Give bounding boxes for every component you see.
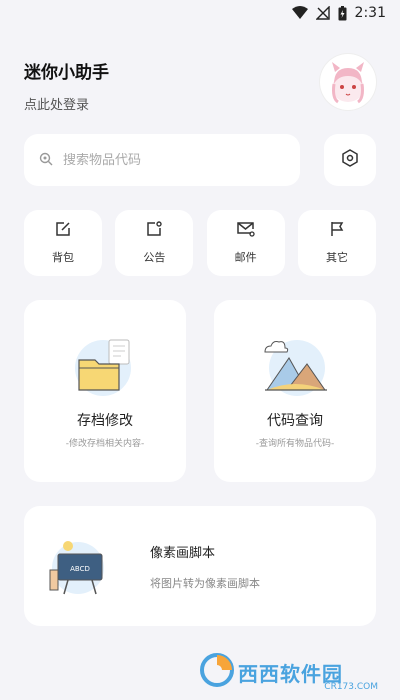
search-icon bbox=[39, 151, 53, 170]
edit-box-icon bbox=[55, 221, 71, 241]
quick-item-label: 公告 bbox=[143, 251, 166, 264]
avatar[interactable] bbox=[320, 54, 376, 110]
board-text: ABCD bbox=[70, 565, 90, 573]
feature-cards: 存档修改 -修改存档相关内容- 代码查询 -查询所有物品代码- bbox=[24, 300, 376, 482]
card-subtitle: -查询所有物品代码- bbox=[255, 439, 335, 449]
quick-item-label: 邮件 bbox=[234, 251, 257, 264]
card-title: 像素画脚本 bbox=[150, 545, 216, 561]
quick-item-label: 其它 bbox=[325, 251, 348, 264]
card-save-edit[interactable]: 存档修改 -修改存档相关内容- bbox=[24, 300, 186, 482]
mail-icon bbox=[236, 221, 255, 241]
no-signal-icon bbox=[315, 6, 330, 20]
watermark-domain: CR173.COM bbox=[324, 682, 378, 692]
settings-button[interactable] bbox=[324, 134, 376, 186]
mountain-illustration-icon bbox=[255, 334, 335, 396]
search-row bbox=[24, 134, 376, 186]
card-pixel-art-script[interactable]: ABCD 像素画脚本 将图片转为像素画脚本 bbox=[24, 506, 376, 626]
notice-icon bbox=[146, 221, 163, 241]
quick-item-label: 背包 bbox=[52, 251, 74, 264]
search-input[interactable] bbox=[63, 152, 263, 168]
quick-item-other[interactable]: 其它 bbox=[297, 210, 376, 276]
login-link[interactable]: 点此处登录 bbox=[24, 94, 376, 113]
wifi-icon bbox=[291, 6, 308, 20]
card-code-query[interactable]: 代码查询 -查询所有物品代码- bbox=[214, 300, 376, 482]
card-subtitle: -修改存档相关内容- bbox=[65, 439, 145, 449]
quick-item-backpack[interactable]: 背包 bbox=[24, 210, 102, 276]
watermark: 西西软件园 CR173.COM bbox=[200, 652, 378, 692]
folder-illustration-icon bbox=[65, 334, 145, 396]
card-subtitle: 将图片转为像素画脚本 bbox=[150, 576, 260, 590]
blackboard-illustration-icon: ABCD bbox=[48, 536, 110, 596]
watermark-logo-icon bbox=[200, 653, 234, 691]
status-time: 2:31 bbox=[354, 5, 386, 21]
card-title: 存档修改 bbox=[77, 413, 133, 429]
quick-actions: 背包 公告 邮件 其它 bbox=[24, 210, 376, 276]
flag-icon bbox=[329, 221, 345, 241]
settings-hexagon-icon bbox=[342, 149, 358, 171]
quick-item-mail[interactable]: 邮件 bbox=[206, 210, 285, 276]
header: 迷你小助手 点此处登录 bbox=[24, 54, 376, 118]
card-title: 代码查询 bbox=[267, 413, 323, 429]
quick-item-notice[interactable]: 公告 bbox=[115, 210, 194, 276]
status-bar: 2:31 bbox=[0, 0, 400, 26]
search-box[interactable] bbox=[24, 134, 300, 186]
battery-charging-icon bbox=[338, 5, 347, 21]
